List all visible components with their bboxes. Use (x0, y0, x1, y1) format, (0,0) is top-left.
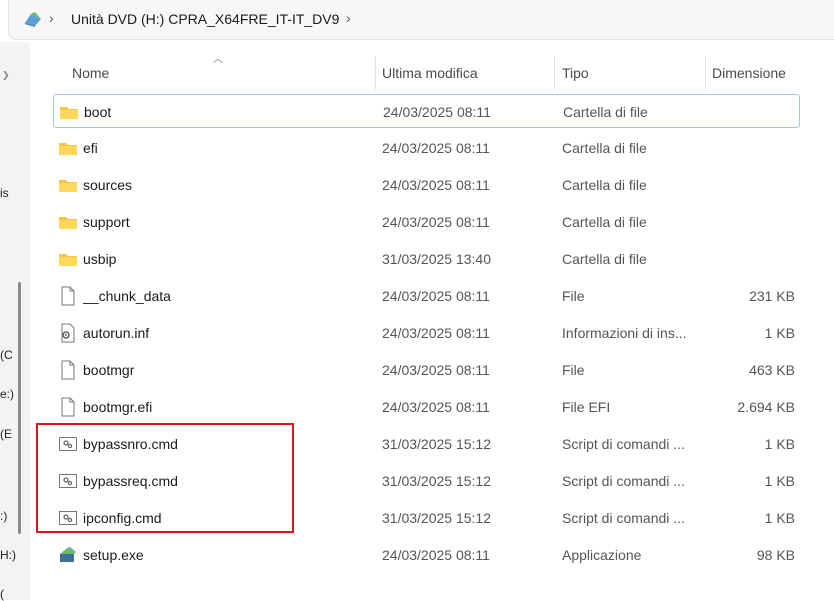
nav-item-fragment[interactable]: (E (0, 427, 12, 441)
folder-icon (59, 254, 77, 266)
file-type: Cartella di file (562, 177, 647, 193)
expand-arrow-icon[interactable]: ❯ (2, 70, 10, 81)
nav-item-fragment[interactable]: :) (0, 509, 7, 523)
column-divider[interactable] (705, 56, 706, 90)
dvd-drive-icon (25, 12, 41, 27)
file-type: Cartella di file (562, 140, 647, 156)
file-modified: 31/03/2025 15:12 (382, 473, 491, 489)
file-type: Script di comandi ... (562, 436, 685, 452)
file-name: bootmgr.efi (83, 399, 153, 415)
nav-item-fragment[interactable]: ( (0, 587, 4, 601)
file-size: 1 KB (764, 510, 795, 526)
file-size: 1 KB (764, 325, 795, 341)
file-name: autorun.inf (83, 325, 150, 341)
file-row-bootmgr-efi[interactable]: bootmgr.efi 24/03/2025 08:11 File EFI 2.… (53, 390, 800, 424)
file-modified: 24/03/2025 08:11 (382, 288, 490, 304)
column-divider[interactable] (554, 56, 555, 90)
file-row-autorun[interactable]: autorun.inf 24/03/2025 08:11 Informazion… (53, 316, 800, 350)
file-modified: 31/03/2025 15:12 (382, 510, 491, 526)
file-type: Cartella di file (563, 104, 648, 120)
file-name: bootmgr (83, 362, 135, 378)
settings-file-icon (61, 323, 75, 343)
file-row-setup[interactable]: setup.exe 24/03/2025 08:11 Applicazione … (53, 538, 800, 572)
file-modified: 24/03/2025 08:11 (382, 214, 490, 230)
breadcrumb-chevron-icon[interactable]: › (346, 10, 351, 26)
file-row-chunk-data[interactable]: __chunk_data 24/03/2025 08:11 File 231 K… (53, 279, 800, 313)
folder-icon (59, 217, 77, 229)
file-type: Script di comandi ... (562, 510, 685, 526)
file-type: File EFI (562, 399, 611, 415)
file-size: 1 KB (764, 436, 795, 452)
file-size: 1 KB (764, 473, 795, 489)
file-row-sources[interactable]: sources 24/03/2025 08:11 Cartella di fil… (53, 168, 800, 202)
file-icon (61, 286, 75, 306)
file-modified: 24/03/2025 08:11 (382, 547, 490, 563)
breadcrumb-drive[interactable]: Unità DVD (H:) CPRA_X64FRE_IT-IT_DV9 (71, 11, 339, 27)
column-header-size[interactable]: Dimensione (712, 56, 786, 90)
file-name: efi (83, 140, 98, 156)
address-bar[interactable]: › Unità DVD (H:) CPRA_X64FRE_IT-IT_DV9 › (8, 0, 834, 40)
file-type: Cartella di file (562, 251, 647, 267)
file-modified: 24/03/2025 08:11 (382, 140, 490, 156)
file-size: 2.694 KB (737, 399, 795, 415)
file-type: File (562, 288, 585, 304)
file-modified: 24/03/2025 08:11 (383, 104, 491, 120)
file-size: 231 KB (749, 288, 795, 304)
file-modified: 24/03/2025 08:11 (382, 362, 490, 378)
column-divider[interactable] (375, 56, 376, 90)
file-icon (61, 360, 75, 380)
nav-scrollbar[interactable] (18, 282, 21, 534)
nav-item-fragment[interactable]: e:) (0, 387, 14, 401)
file-type: Cartella di file (562, 214, 647, 230)
highlight-box (36, 423, 294, 533)
file-size: 463 KB (749, 362, 795, 378)
folder-icon (59, 180, 77, 192)
file-modified: 24/03/2025 08:11 (382, 399, 490, 415)
setup-app-icon (60, 547, 76, 562)
file-type: Informazioni di ins... (562, 325, 687, 341)
file-row-boot[interactable]: boot 24/03/2025 08:11 Cartella di file (53, 94, 800, 128)
file-name: boot (84, 104, 112, 120)
file-row-efi[interactable]: efi 24/03/2025 08:11 Cartella di file (53, 131, 800, 165)
nav-item-fragment[interactable]: (C (0, 348, 13, 362)
file-size: 98 KB (756, 547, 795, 563)
file-name: setup.exe (83, 547, 144, 563)
file-row-support[interactable]: support 24/03/2025 08:11 Cartella di fil… (53, 205, 800, 239)
file-type: Script di comandi ... (562, 473, 685, 489)
folder-icon (60, 107, 78, 119)
file-type: Applicazione (562, 547, 642, 563)
file-name: __chunk_data (83, 288, 171, 304)
file-name: usbip (83, 251, 117, 267)
file-icon (61, 397, 75, 417)
nav-item-fragment[interactable]: is (0, 186, 9, 200)
file-type: File (562, 362, 585, 378)
file-row-bootmgr[interactable]: bootmgr 24/03/2025 08:11 File 463 KB (53, 353, 800, 387)
column-header-name[interactable]: Nome (72, 56, 109, 90)
sort-ascending-icon: ︿ (213, 54, 223, 65)
file-name: sources (83, 177, 133, 193)
breadcrumb-chevron-icon[interactable]: › (49, 10, 54, 26)
column-header-type[interactable]: Tipo (562, 56, 589, 90)
file-modified: 31/03/2025 15:12 (382, 436, 491, 452)
file-modified: 24/03/2025 08:11 (382, 177, 490, 193)
navigation-pane[interactable]: ❯ is (C e:) (E :) H:) ( (0, 42, 30, 601)
file-modified: 31/03/2025 13:40 (382, 251, 491, 267)
file-row-usbip[interactable]: usbip 31/03/2025 13:40 Cartella di file (53, 242, 800, 276)
column-header-modified[interactable]: Ultima modifica (382, 56, 478, 90)
file-name: support (83, 214, 130, 230)
nav-item-fragment[interactable]: H:) (0, 548, 16, 562)
folder-icon (59, 143, 77, 155)
file-modified: 24/03/2025 08:11 (382, 325, 490, 341)
